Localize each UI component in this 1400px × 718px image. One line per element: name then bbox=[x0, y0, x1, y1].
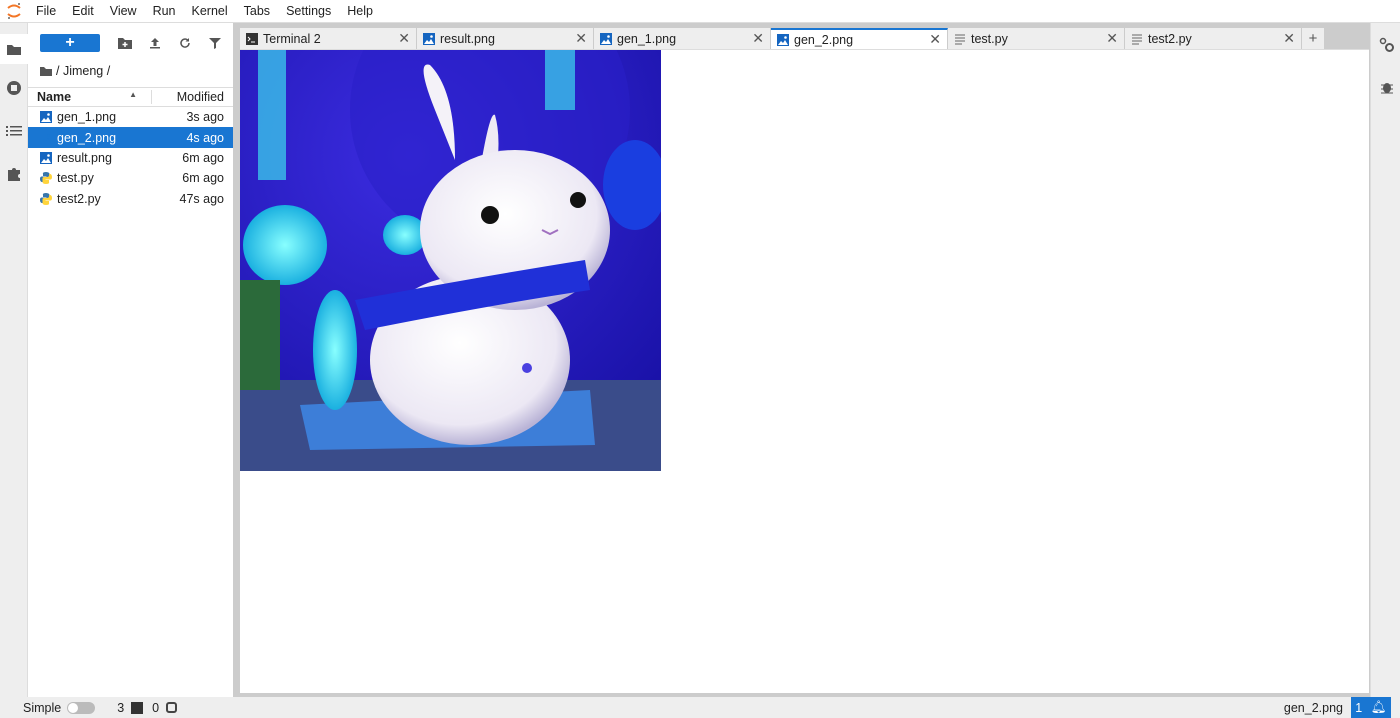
running-sessions-icon[interactable] bbox=[4, 78, 24, 98]
file-modified: 6m ago bbox=[182, 150, 224, 165]
image-icon bbox=[423, 32, 435, 45]
filter-icon[interactable] bbox=[200, 33, 230, 53]
image-file-icon bbox=[40, 131, 52, 144]
sort-ascending-icon: ▲ bbox=[129, 90, 137, 99]
extensions-puzzle-icon[interactable] bbox=[4, 164, 24, 184]
file-modified: 4s ago bbox=[186, 130, 224, 145]
terminal-icon bbox=[131, 701, 144, 714]
notification-count: 1 bbox=[1355, 700, 1363, 715]
tab-terminal-2[interactable]: Terminal 2 ✕ bbox=[240, 28, 417, 49]
sidebar-resize-handle[interactable] bbox=[233, 23, 240, 697]
menu-settings[interactable]: Settings bbox=[278, 4, 339, 18]
python-file-icon bbox=[40, 172, 52, 185]
table-of-contents-icon[interactable] bbox=[4, 121, 24, 141]
tab-label: gen_1.png bbox=[617, 31, 677, 46]
status-bar: Simple 3 0 gen_2.png 1 🔔︎ bbox=[0, 697, 1400, 718]
new-launcher-button[interactable]: + bbox=[40, 34, 100, 52]
folder-icon[interactable] bbox=[40, 66, 52, 76]
image-icon bbox=[777, 33, 789, 46]
close-icon[interactable]: ✕ bbox=[1106, 30, 1118, 47]
file-name: result.png bbox=[57, 150, 112, 165]
kernel-count[interactable]: 0 bbox=[152, 701, 159, 715]
image-file-icon bbox=[40, 151, 52, 164]
current-file-name: gen_2.png bbox=[1283, 700, 1343, 715]
add-tab-button[interactable]: + bbox=[1302, 28, 1324, 49]
image-file-icon bbox=[40, 111, 52, 124]
breadcrumb-path[interactable]: / Jimeng / bbox=[56, 64, 110, 78]
file-browser: + / Jimeng / Name ▲ Modified gen_1.png 3s … bbox=[28, 23, 233, 697]
terminal-count[interactable]: 3 bbox=[117, 701, 124, 715]
text-file-icon bbox=[954, 33, 966, 45]
file-modified: 47s ago bbox=[179, 191, 224, 206]
menu-bar: File Edit View Run Kernel Tabs Settings … bbox=[0, 0, 1400, 23]
close-icon[interactable]: ✕ bbox=[1283, 30, 1295, 47]
file-item[interactable]: result.png 6m ago bbox=[28, 148, 233, 168]
left-sidebar bbox=[0, 23, 28, 697]
bell-icon: 🔔︎ bbox=[1370, 700, 1387, 714]
tab-bar: Terminal 2 ✕ result.png ✕ gen_1.png ✕ gen_2.pn… bbox=[240, 28, 1324, 49]
notifications-button[interactable]: 1 🔔︎ bbox=[1351, 697, 1391, 718]
refresh-icon[interactable] bbox=[170, 33, 200, 53]
menu-kernel[interactable]: Kernel bbox=[184, 4, 236, 18]
main-area: Terminal 2 ✕ result.png ✕ gen_1.png ✕ gen_2.pn… bbox=[240, 23, 1370, 697]
file-item[interactable]: gen_1.png 3s ago bbox=[28, 107, 233, 127]
python-file-icon bbox=[40, 192, 52, 205]
menu-run[interactable]: Run bbox=[145, 4, 184, 18]
modified-column-header[interactable]: Modified bbox=[152, 90, 233, 104]
file-name: test2.py bbox=[57, 191, 101, 206]
menu-tabs[interactable]: Tabs bbox=[236, 4, 278, 18]
menu-edit[interactable]: Edit bbox=[64, 4, 102, 18]
file-list: gen_1.png 3s ago gen_2.png 4s ago result.png… bbox=[28, 107, 233, 209]
folder-icon[interactable] bbox=[0, 34, 28, 64]
jupyter-logo-icon bbox=[0, 2, 28, 20]
tab-label: test2.py bbox=[1148, 31, 1192, 46]
tab-label: test.py bbox=[971, 31, 1008, 46]
tab-label: gen_2.png bbox=[794, 32, 854, 47]
tab-label: result.png bbox=[440, 31, 495, 46]
kernel-chip-icon bbox=[166, 702, 178, 713]
menu-file[interactable]: File bbox=[28, 4, 64, 18]
image-icon bbox=[600, 32, 612, 45]
file-name: gen_1.png bbox=[57, 110, 117, 125]
breadcrumb: / Jimeng / bbox=[28, 63, 233, 79]
image-viewer bbox=[240, 49, 1369, 693]
terminal-icon bbox=[246, 32, 258, 45]
tab-label: Terminal 2 bbox=[263, 31, 321, 46]
file-item[interactable]: test2.py 47s ago bbox=[28, 189, 233, 209]
tab-result-png[interactable]: result.png ✕ bbox=[417, 28, 594, 49]
tab-gen-1-png[interactable]: gen_1.png ✕ bbox=[594, 28, 771, 49]
property-inspector-gears-icon[interactable] bbox=[1377, 35, 1397, 55]
close-icon[interactable]: ✕ bbox=[752, 30, 764, 47]
right-sidebar bbox=[1370, 23, 1400, 697]
close-icon[interactable]: ✕ bbox=[929, 31, 941, 48]
file-item[interactable]: gen_2.png 4s ago bbox=[28, 127, 233, 148]
menu-help[interactable]: Help bbox=[339, 4, 381, 18]
file-modified: 3s ago bbox=[186, 110, 224, 125]
close-icon[interactable]: ✕ bbox=[575, 30, 587, 47]
file-name: test.py bbox=[57, 171, 94, 186]
file-list-header: Name ▲ Modified bbox=[28, 87, 233, 107]
upload-icon[interactable] bbox=[140, 33, 170, 53]
text-file-icon bbox=[1131, 33, 1143, 45]
menu-view[interactable]: View bbox=[102, 4, 145, 18]
generated-rabbit-image bbox=[240, 50, 661, 471]
close-icon[interactable]: ✕ bbox=[398, 30, 410, 47]
tab-gen-2-png[interactable]: gen_2.png ✕ bbox=[771, 28, 948, 49]
simple-mode-toggle[interactable] bbox=[67, 701, 96, 714]
file-name: gen_2.png bbox=[57, 130, 117, 145]
file-modified: 6m ago bbox=[182, 171, 224, 186]
name-column-header[interactable]: Name ▲ bbox=[28, 90, 152, 104]
file-item[interactable]: test.py 6m ago bbox=[28, 168, 233, 188]
tab-test-py[interactable]: test.py ✕ bbox=[948, 28, 1125, 49]
new-folder-icon[interactable] bbox=[110, 33, 140, 53]
tab-test2-py[interactable]: test2.py ✕ bbox=[1125, 28, 1302, 49]
simple-mode-label: Simple bbox=[23, 700, 62, 715]
debugger-bug-icon[interactable] bbox=[1377, 77, 1397, 97]
